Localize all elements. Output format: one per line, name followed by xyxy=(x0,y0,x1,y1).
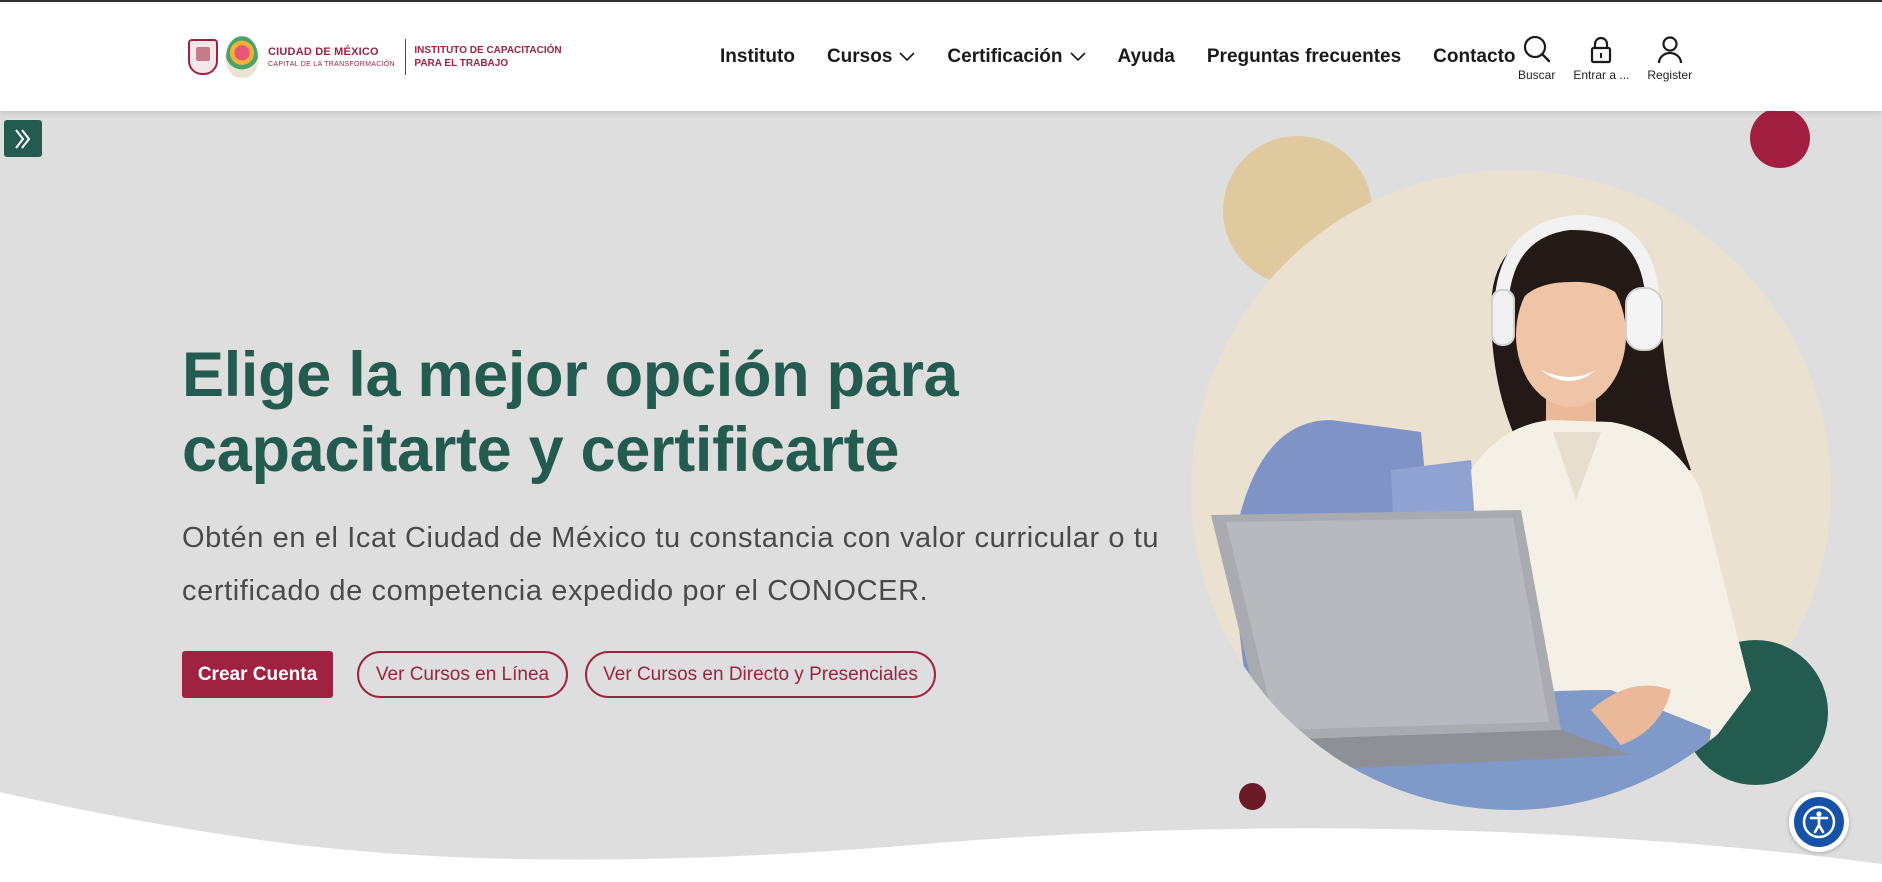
coat-of-arms-icon xyxy=(188,39,218,75)
nav-item-cursos[interactable]: Cursos xyxy=(827,46,915,68)
search-button[interactable]: Buscar xyxy=(1518,34,1555,82)
double-chevron-right-icon xyxy=(15,128,31,149)
heart-emblem-icon xyxy=(226,36,258,78)
site-header: CIUDAD DE MÉXICO CAPITAL DE LA TRANSFORM… xyxy=(0,2,1882,111)
nav-item-label: Preguntas frecuentes xyxy=(1206,46,1402,67)
accessibility-icon-wrapper xyxy=(1794,797,1844,847)
accessibility-icon xyxy=(1802,805,1836,839)
chevron-down-icon xyxy=(1069,52,1086,62)
register-button[interactable]: Register xyxy=(1647,34,1692,82)
search-label: Buscar xyxy=(1518,68,1556,82)
register-label: Register xyxy=(1647,68,1693,82)
sidebar-toggle-button[interactable] xyxy=(4,120,42,157)
create-account-button[interactable]: Crear Cuenta xyxy=(182,651,333,698)
logo-divider xyxy=(404,39,407,75)
nav-item-instituto[interactable]: Instituto xyxy=(720,46,795,68)
user-icon xyxy=(1657,36,1682,64)
logo-city-name: CIUDAD DE MÉXICO xyxy=(268,46,379,58)
login-button[interactable]: Entrar a ... xyxy=(1573,34,1629,82)
hero-image-woman-with-laptop xyxy=(1191,170,1831,810)
online-courses-button[interactable]: Ver Cursos en Línea xyxy=(357,651,568,698)
search-icon xyxy=(1523,35,1550,63)
hero-lead: Obtén en el Icat Ciudad de México tu con… xyxy=(182,522,1160,607)
logo-city-tagline: CAPITAL DE LA TRANSFORMACIÓN xyxy=(268,61,395,68)
logo-institute-line2: PARA EL TRABAJO xyxy=(414,58,509,69)
decorative-circle-red xyxy=(1750,108,1810,168)
login-label: Entrar a ... xyxy=(1573,68,1630,82)
nav-item-certificacion[interactable]: Certificación xyxy=(947,46,1086,68)
live-courses-button[interactable]: Ver Cursos en Directo y Presenciales xyxy=(585,651,936,698)
logo-institute-line1: INSTITUTO DE CAPACITACIÓN xyxy=(414,45,562,56)
logo-institute-text: INSTITUTO DE CAPACITACIÓN PARA EL TRABAJ… xyxy=(414,44,561,70)
header-actions: Buscar Entrar a ... Register xyxy=(1518,34,1710,82)
hero-headline: Elige la mejor opción para capacitarte y… xyxy=(182,338,1082,488)
nav-item-label: Contacto xyxy=(1433,46,1516,67)
nav-item-label: Certificación xyxy=(947,46,1063,67)
hero-bottom-wave xyxy=(0,792,1882,882)
nav-item-contacto[interactable]: Contacto xyxy=(1433,46,1515,68)
nav-item-ayuda[interactable]: Ayuda xyxy=(1118,46,1175,68)
nav-item-preguntas-frecuentes[interactable]: Preguntas frecuentes xyxy=(1207,46,1401,68)
nav-item-label: Ayuda xyxy=(1117,46,1175,67)
accessibility-button[interactable] xyxy=(1789,792,1849,852)
main-nav: Instituto Cursos Certificación Ayuda Pre… xyxy=(720,46,1548,68)
hero-headline-line2: capacitarte y certificarte xyxy=(182,415,900,485)
site-logo[interactable]: CIUDAD DE MÉXICO CAPITAL DE LA TRANSFORM… xyxy=(188,32,572,82)
chevron-down-icon xyxy=(899,52,915,62)
hero-headline-line1: Elige la mejor opción para xyxy=(182,340,959,410)
nav-item-label: Instituto xyxy=(720,46,795,67)
logo-city-text: CIUDAD DE MÉXICO CAPITAL DE LA TRANSFORM… xyxy=(268,46,395,68)
nav-item-label: Cursos xyxy=(826,46,893,67)
lock-icon xyxy=(1591,36,1612,64)
